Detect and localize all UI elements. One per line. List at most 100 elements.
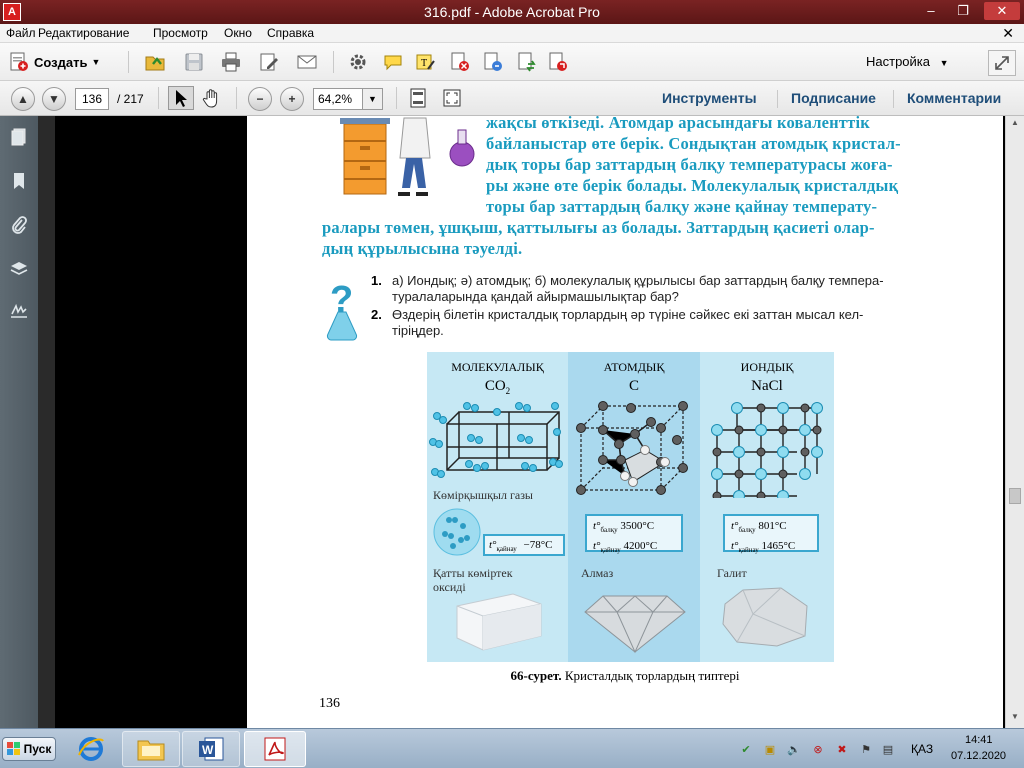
question-mark-icon: ?	[326, 279, 358, 341]
restore-button[interactable]: ❐	[950, 2, 976, 20]
page-extract-icon	[484, 52, 502, 71]
close-button[interactable]: ✕	[984, 2, 1020, 20]
acrobat-icon	[264, 737, 286, 761]
formula-text: CO	[484, 378, 506, 394]
molecular-lattice-diagram	[429, 402, 563, 478]
comment-pane-link[interactable]: Комментарии	[907, 90, 1001, 106]
print-icon	[222, 52, 240, 72]
menu-window[interactable]: Окно	[224, 26, 252, 40]
save-button[interactable]	[181, 50, 207, 74]
network-tray-icon[interactable]: ⊗	[810, 741, 826, 757]
page-replace-icon	[518, 52, 536, 72]
security-tray-icon[interactable]: ✔	[738, 741, 754, 757]
plus-icon: +	[288, 92, 296, 106]
chevron-down-icon: ▼	[91, 57, 101, 67]
melting-point-value: 801°C	[758, 520, 787, 532]
scroll-thumb[interactable]	[1009, 488, 1021, 504]
highlight-button[interactable]: T	[412, 50, 438, 74]
page-number-input[interactable]: 136	[75, 88, 109, 110]
display-tray-icon[interactable]: ▤	[880, 741, 896, 757]
carbon-properties-box: t°балқу 3500°C t°қайнау 4200°C	[585, 514, 683, 554]
zoom-in-button[interactable]: +	[280, 87, 304, 111]
page-thumbnails-button[interactable]	[8, 126, 30, 148]
document-viewport[interactable]: жақсы өткізеді. Атомдар арасындағы ковал…	[55, 116, 1005, 728]
zoom-out-button[interactable]: −	[248, 87, 272, 111]
clock-date[interactable]: 07.12.2020	[951, 750, 1006, 762]
start-button[interactable]: Пуск	[2, 737, 56, 761]
open-button[interactable]	[142, 50, 168, 74]
open-folder-icon	[145, 56, 165, 71]
carbon-formula: C	[628, 378, 639, 394]
menu-edit[interactable]: Редактирование	[38, 26, 129, 40]
menu-bar: Файл Редактирование Просмотр Окно Справк…	[0, 24, 1024, 43]
edit-button[interactable]	[256, 50, 282, 74]
scroll-up-arrow[interactable]: ▲	[1009, 118, 1021, 130]
paragraph-line: ралары төмен, ұшқыш, қаттылығы аз болады…	[322, 218, 875, 237]
minimize-button[interactable]: –	[918, 2, 944, 20]
sign-pane-link[interactable]: Подписание	[791, 90, 876, 106]
zoom-input[interactable]: 64,2%	[313, 88, 363, 110]
zoom-dropdown[interactable]: ▼	[363, 88, 383, 110]
svg-text:?: ?	[330, 279, 353, 321]
taskbar-explorer[interactable]	[122, 731, 180, 767]
email-button[interactable]	[294, 50, 320, 74]
flag-tray-icon[interactable]: ⚑	[858, 741, 874, 757]
previous-page-button[interactable]: ▲	[11, 87, 35, 111]
hand-tool-button[interactable]	[199, 86, 225, 110]
expand-button[interactable]	[988, 50, 1016, 76]
scientist-illustration	[340, 117, 475, 196]
scroll-down-arrow[interactable]: ▼	[1009, 712, 1021, 724]
volume-icon[interactable]: 🔈	[786, 741, 802, 757]
vertical-scrollbar[interactable]: ▲ ▼	[1005, 116, 1024, 728]
pane-separator	[777, 90, 778, 108]
taskbar-internet-explorer[interactable]	[62, 731, 120, 767]
layers-button[interactable]	[8, 258, 30, 280]
menu-view[interactable]: Просмотр	[153, 26, 208, 40]
co2-properties-box: t°қайнау −78°C	[483, 534, 565, 556]
diamond-label: Алмаз	[581, 566, 614, 580]
cursor-icon	[176, 90, 187, 107]
minus-icon: −	[256, 92, 264, 106]
customize-label: Настройка	[866, 54, 930, 69]
window-title: 316.pdf - Adobe Acrobat Pro	[424, 4, 600, 20]
rotate-page-button[interactable]	[545, 50, 571, 74]
taskbar-acrobat[interactable]	[244, 731, 306, 767]
page-total: / 217	[117, 92, 144, 106]
next-page-button[interactable]: ▼	[42, 87, 66, 111]
sound-mute-icon[interactable]: ✖	[834, 741, 850, 757]
signatures-button[interactable]	[8, 300, 30, 322]
navigation-toolbar: ▲ ▼ 136 / 217 − + 64,2% ▼ Инструменты По…	[0, 81, 1024, 116]
paragraph-line: жақсы өткізеді. Атомдар арасындағы ковал…	[486, 116, 870, 132]
extract-page-button[interactable]	[480, 50, 506, 74]
paperclip-icon	[12, 216, 27, 234]
question-text: туралаларында қандай айырмашылықтар бар?	[392, 289, 679, 304]
toolbar-separator	[396, 87, 397, 109]
delete-page-button[interactable]	[447, 50, 473, 74]
taskbar-word[interactable]: W	[182, 731, 240, 767]
close-document-button[interactable]: ✕	[1002, 25, 1014, 42]
language-indicator[interactable]: ҚАЗ	[911, 742, 933, 756]
toolbar-separator	[236, 87, 237, 109]
panel-gap	[38, 116, 55, 728]
attachments-button[interactable]	[8, 214, 30, 236]
customize-dropdown[interactable]: Настройка ▼	[866, 54, 949, 69]
menu-help[interactable]: Справка	[267, 26, 314, 40]
boiling-point-row: t°қайнау 1465°C	[731, 538, 811, 558]
comment-button[interactable]	[380, 50, 406, 74]
menu-file[interactable]: Файл	[6, 26, 36, 40]
settings-gear-button[interactable]	[345, 50, 371, 74]
select-tool-button[interactable]	[168, 86, 194, 110]
create-button[interactable]: Создать ▼	[8, 51, 100, 73]
bookmarks-button[interactable]	[8, 170, 30, 192]
full-screen-button[interactable]	[439, 86, 465, 110]
tools-pane-link[interactable]: Инструменты	[662, 90, 757, 106]
page-rotate-icon	[549, 52, 567, 71]
layers-icon	[10, 262, 28, 275]
paragraph-line: ры және өте берік болады. Молекулалық кр…	[486, 176, 899, 195]
fit-page-button[interactable]	[405, 86, 431, 110]
clock-time[interactable]: 14:41	[965, 734, 993, 746]
print-button[interactable]	[218, 50, 244, 74]
update-tray-icon[interactable]: ▣	[762, 741, 778, 757]
replace-page-button[interactable]	[514, 50, 540, 74]
figure-caption-number: 66-сурет.	[510, 668, 562, 683]
